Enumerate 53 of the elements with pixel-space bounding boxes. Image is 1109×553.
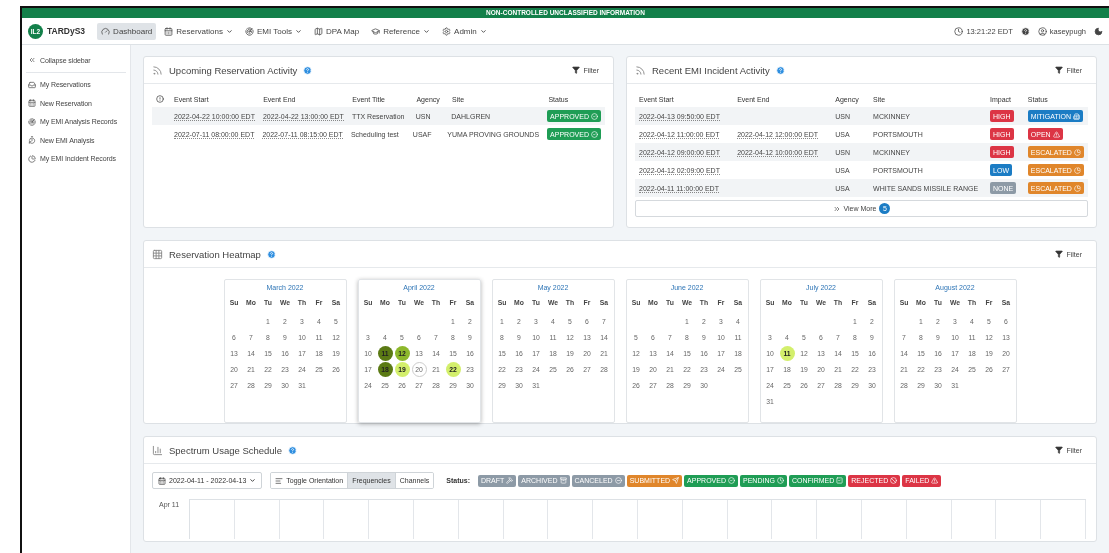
alert-icon: [156, 94, 164, 103]
nav-item[interactable]: Dashboard: [97, 22, 157, 40]
hammer-icon: [506, 477, 514, 484]
filter-icon: [1055, 250, 1064, 258]
pie-chart-icon: [1073, 184, 1081, 192]
card-title: Recent EMI Incident Activity: [652, 64, 770, 76]
minus-circle-icon: [614, 477, 622, 484]
inbox-icon: [28, 80, 36, 89]
archive-icon: [559, 477, 567, 484]
bar-chart-icon: [152, 444, 163, 456]
check-square-icon: [836, 477, 844, 484]
caret-icon: [249, 477, 257, 484]
user-icon: [1037, 26, 1047, 36]
graduation-cap-icon: [371, 26, 381, 36]
calendar-icon: [158, 476, 166, 485]
pie-chart-icon: [1073, 166, 1081, 174]
chevrons-left-icon: [28, 56, 36, 65]
check-circle-icon: [591, 130, 598, 138]
feed-icon: [152, 64, 163, 76]
filter-icon: [1055, 66, 1064, 74]
chevrons-right-icon: [832, 204, 841, 213]
filter-icon: [572, 66, 581, 74]
nav-item[interactable]: Reference: [367, 22, 435, 40]
send-icon: [672, 477, 680, 484]
gauge-icon: [101, 26, 111, 36]
map-icon: [313, 26, 323, 36]
feed-icon: [635, 64, 646, 76]
calendar-icon: [164, 26, 174, 36]
calendar-icon: [28, 99, 36, 108]
settings-icon: [442, 26, 452, 36]
card-title: Reservation Heatmap: [169, 248, 261, 260]
nav-item[interactable]: Reservations: [160, 22, 237, 40]
ban-icon: [890, 477, 898, 484]
check-circle-icon: [728, 477, 735, 484]
card-title: Upcoming Reservation Activity: [169, 64, 298, 76]
clock-icon: [776, 477, 784, 484]
warning-icon: [931, 477, 939, 484]
grid-icon: [152, 248, 163, 260]
building-icon: [1073, 112, 1081, 120]
help-icon[interactable]: [1020, 26, 1030, 36]
warning-icon: [1052, 130, 1060, 138]
clock-icon: [954, 26, 964, 36]
dark-mode-icon[interactable]: [1094, 26, 1103, 36]
nav-item[interactable]: EMI Tools: [240, 22, 306, 40]
nav-item[interactable]: Admin: [438, 22, 491, 40]
app-name: TARDyS3: [47, 26, 86, 36]
filter-icon: [1055, 446, 1064, 454]
check-circle-icon: [591, 112, 598, 120]
orientation-icon: [275, 476, 284, 485]
pie-chart-icon: [28, 154, 36, 163]
pie-chart-icon: [1073, 148, 1081, 156]
card-title: Spectrum Usage Schedule: [169, 444, 282, 456]
nav-item[interactable]: DPA Map: [309, 22, 364, 40]
